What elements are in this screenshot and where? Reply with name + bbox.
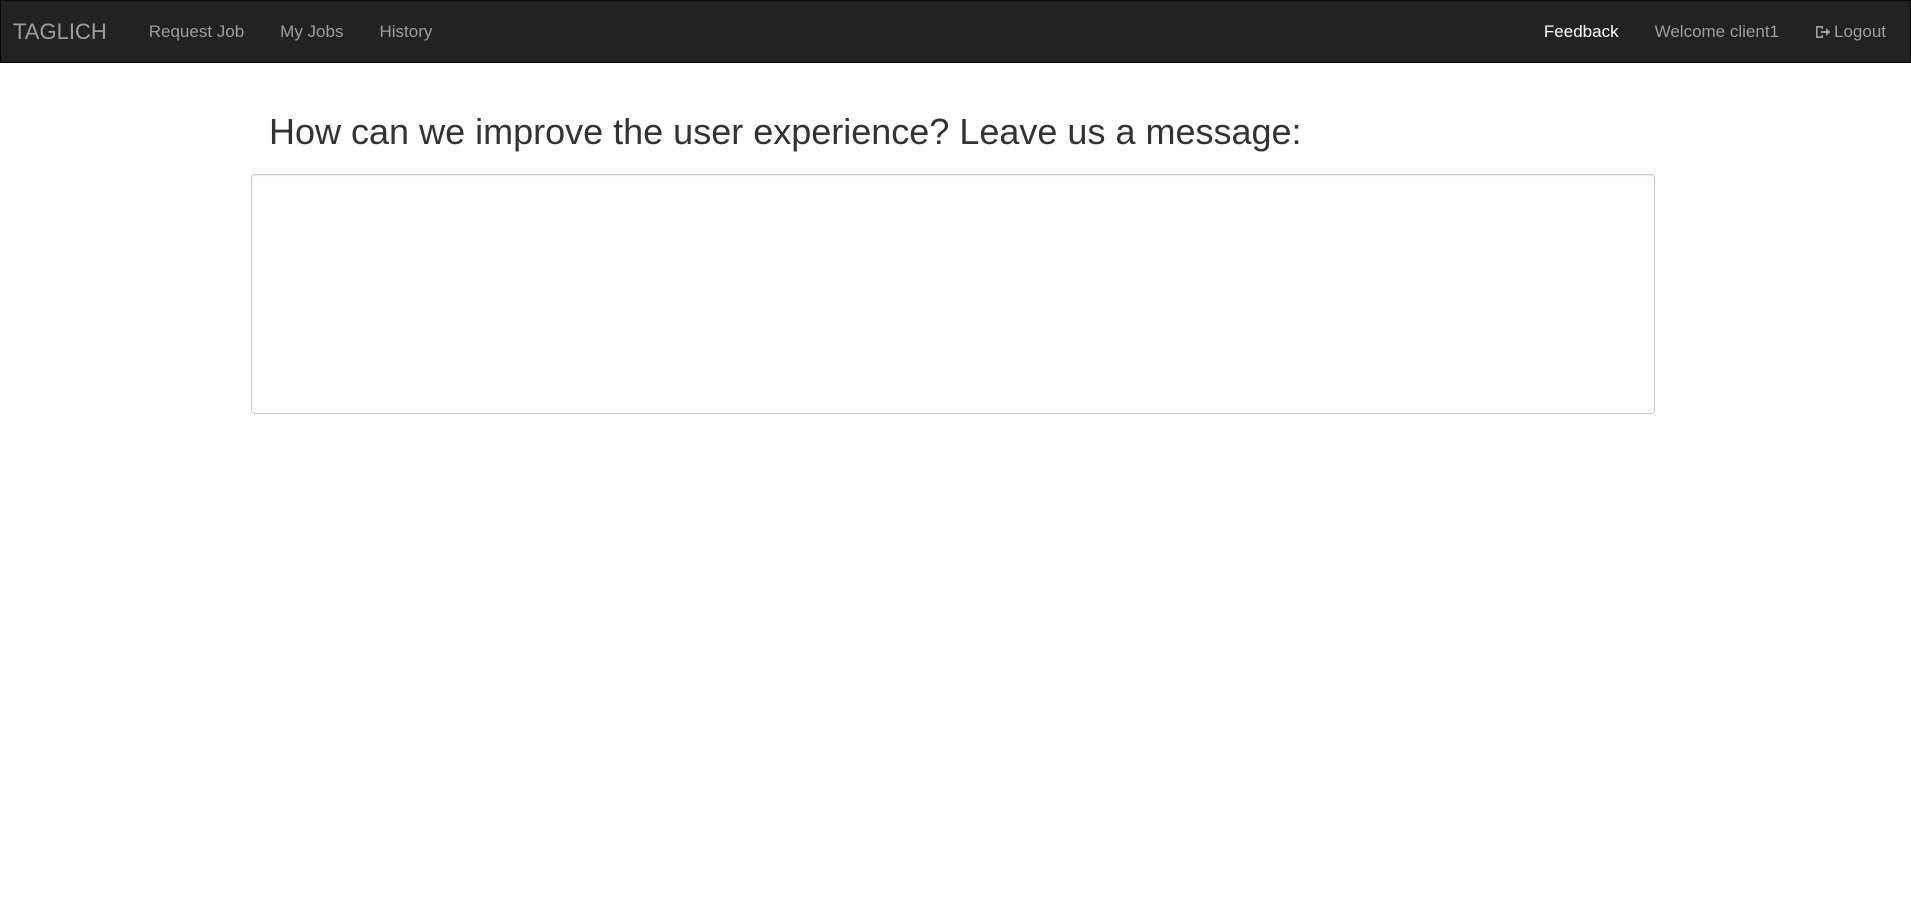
navbar-right: Feedback Welcome client1 Logout xyxy=(1526,0,1904,63)
nav-feedback[interactable]: Feedback xyxy=(1526,0,1637,63)
feedback-content: How can we improve the user experience? … xyxy=(251,102,1655,414)
nav-my-jobs[interactable]: My Jobs xyxy=(262,0,361,63)
feedback-heading: How can we improve the user experience? … xyxy=(269,111,1302,152)
nav-request-job[interactable]: Request Job xyxy=(131,0,262,63)
brand-logo[interactable]: TAGLICH xyxy=(13,19,107,45)
nav-history[interactable]: History xyxy=(361,0,450,63)
feedback-message-input[interactable] xyxy=(251,174,1655,414)
top-navbar: TAGLICH Request Job My Jobs History Feed… xyxy=(0,0,1911,63)
logout-link[interactable]: Logout xyxy=(1797,0,1904,63)
welcome-text: Welcome client1 xyxy=(1654,22,1779,41)
navbar-left: TAGLICH Request Job My Jobs History xyxy=(1,0,450,63)
logout-label: Logout xyxy=(1834,22,1886,41)
logout-icon xyxy=(1816,25,1831,38)
